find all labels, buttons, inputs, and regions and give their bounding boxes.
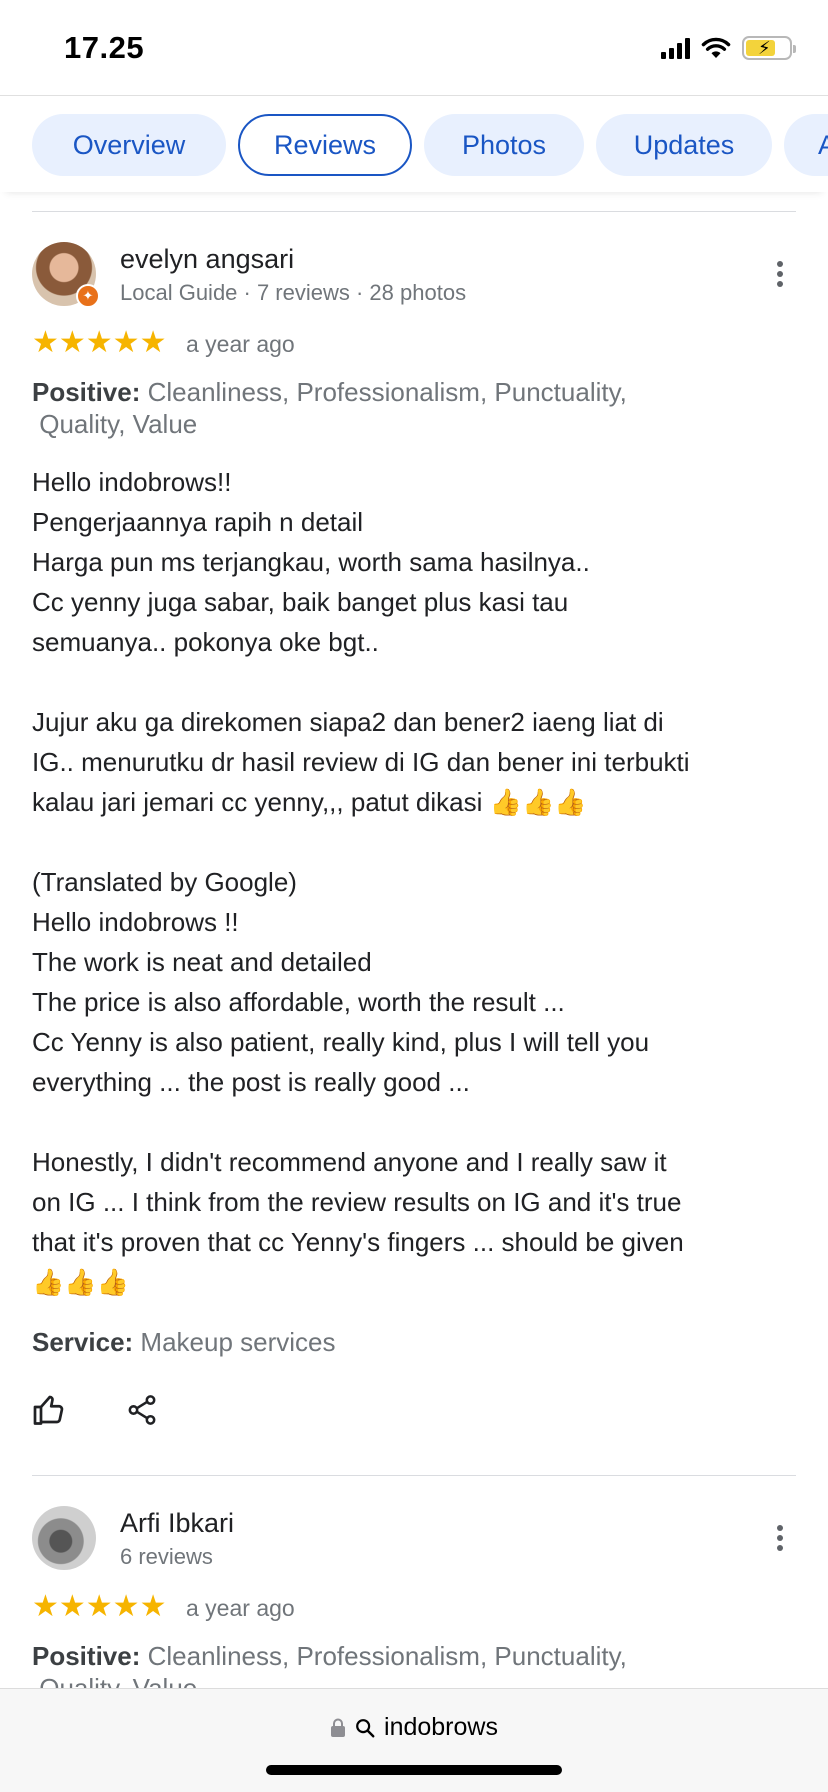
reviewer-avatar[interactable]: ✦ [32, 242, 100, 308]
reviewer-name[interactable]: Arfi Ibkari [120, 1508, 234, 1539]
review-divider [32, 211, 796, 212]
status-icons: ⚡ [661, 36, 796, 60]
battery-icon: ⚡ [742, 36, 796, 60]
reviewer-name[interactable]: evelyn angsari [120, 244, 294, 275]
place-tabs: Overview Reviews Photos Updates A [0, 96, 828, 192]
rating-stars: ★★★★★ [32, 328, 166, 358]
wifi-icon [701, 37, 731, 58]
rating-stars: ★★★★★ [32, 1592, 166, 1622]
reviews-feed: ✦ evelyn angsari Local Guide · 7 reviews… [0, 192, 828, 1688]
tab-reviews[interactable]: Reviews [238, 114, 412, 176]
search-icon [356, 1718, 375, 1737]
tab-photos[interactable]: Photos [424, 114, 584, 176]
positive-label: Positive: [32, 377, 141, 407]
reviewer-meta: Local Guide · 7 reviews · 28 photos [120, 280, 467, 305]
positive-label: Positive: [32, 1641, 141, 1671]
more-vert-icon[interactable] [764, 254, 796, 294]
review-date: a year ago [186, 331, 295, 357]
thumbs-up-icon[interactable] [28, 1388, 72, 1432]
address-bar-content[interactable]: indobrows [0, 1713, 828, 1742]
service-label: Service: [32, 1327, 134, 1357]
status-bar: 17.25 ⚡ [0, 0, 828, 96]
home-indicator[interactable] [266, 1765, 562, 1775]
tab-overview[interactable]: Overview [32, 114, 226, 176]
star-rating-icons: ★★★★★ [32, 1590, 167, 1623]
star-rating-icons: ★★★★★ [32, 326, 167, 359]
local-guide-badge-icon: ✦ [76, 284, 100, 308]
service-info: Service: Makeup services [32, 1327, 336, 1358]
positive-attributes: Positive: Cleanliness, Professionalism, … [32, 1640, 772, 1688]
review-divider [32, 1475, 796, 1476]
review-date: a year ago [186, 1595, 295, 1621]
cellular-signal-icon [661, 37, 690, 59]
reviewer-avatar[interactable] [32, 1506, 96, 1570]
status-time: 17.25 [64, 30, 145, 65]
url-text[interactable]: indobrows [384, 1713, 498, 1742]
reviewer-meta: 6 reviews [120, 1544, 213, 1569]
browser-address-bar[interactable]: indobrows [0, 1688, 828, 1792]
review-text: Hello indobrows!! Pengerjaannya rapih n … [32, 467, 690, 1297]
lock-icon [331, 1718, 346, 1737]
tab-about[interactable]: A [784, 114, 828, 176]
more-vert-icon[interactable] [764, 1518, 796, 1558]
share-icon[interactable] [120, 1388, 164, 1432]
tab-updates[interactable]: Updates [596, 114, 772, 176]
positive-attributes: Positive: Cleanliness, Professionalism, … [32, 376, 772, 440]
service-value: Makeup services [133, 1327, 336, 1357]
